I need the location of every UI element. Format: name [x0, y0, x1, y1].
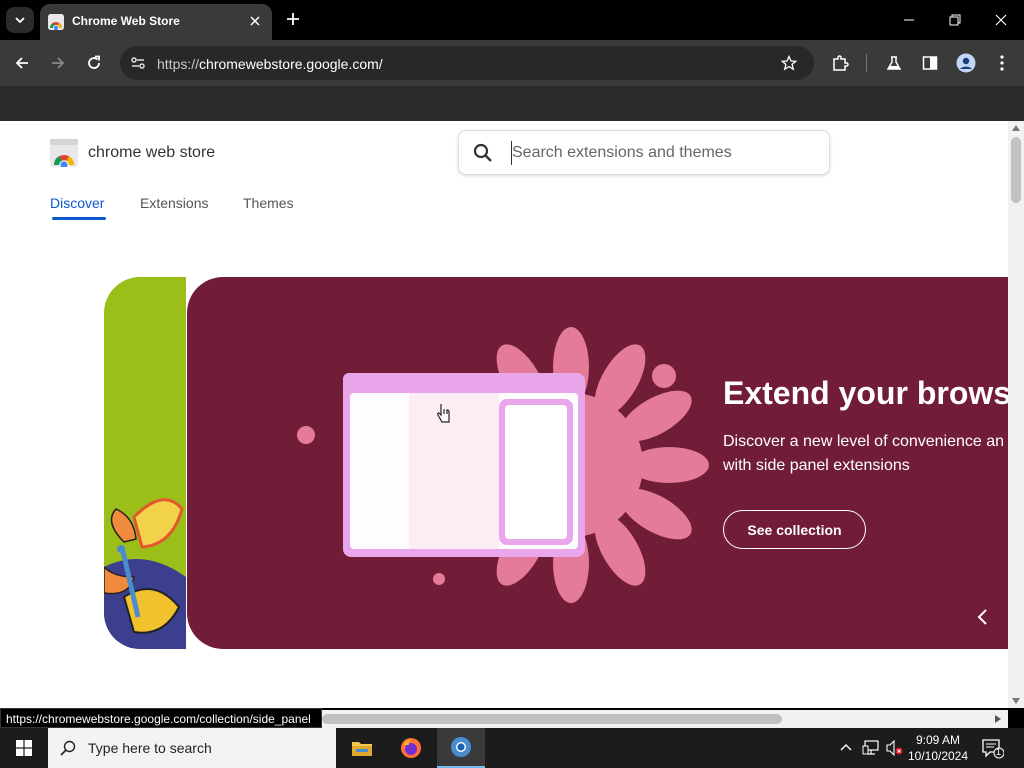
scroll-right-icon[interactable] [995, 715, 1001, 723]
address-bar[interactable]: https://chromewebstore.google.com/ [120, 46, 814, 80]
url-path: / [378, 56, 383, 72]
clock-time: 9:09 AM [915, 733, 961, 747]
tab-strip: Chrome Web Store [0, 0, 1024, 40]
tab-close-button[interactable] [246, 12, 264, 30]
notifications-button[interactable]: 1 [980, 736, 1005, 760]
kebab-menu-icon [1000, 55, 1004, 71]
taskbar-firefox[interactable] [387, 728, 435, 768]
carousel-previous-slide[interactable] [104, 277, 186, 649]
hero-subtitle: Discover a new level of convenience an w… [723, 430, 1008, 478]
arrow-left-icon [15, 57, 28, 69]
active-tab-indicator [52, 217, 106, 220]
folder-icon [352, 742, 372, 756]
minimize-button[interactable] [897, 8, 921, 32]
chrome-web-store-favicon [48, 14, 64, 30]
toolbar-divider [866, 54, 867, 72]
restore-button[interactable] [943, 8, 967, 32]
vertical-scrollbar[interactable] [1008, 121, 1024, 708]
vertical-scroll-thumb[interactable] [1011, 137, 1021, 203]
url-host: chromewebstore.google.com [199, 56, 379, 72]
forward-button[interactable] [46, 51, 70, 75]
menu-button[interactable] [990, 51, 1014, 75]
system-clock[interactable]: 9:09 AM 10/10/2024 [904, 732, 972, 764]
site-settings-icon[interactable] [130, 55, 146, 71]
bookmark-star-icon[interactable] [781, 55, 797, 71]
restore-icon [949, 14, 961, 26]
side-panel-button[interactable] [918, 51, 942, 75]
reload-icon [88, 55, 100, 69]
close-icon [995, 14, 1007, 26]
profile-button[interactable] [954, 51, 978, 75]
chevron-down-icon [15, 17, 25, 24]
network-icon[interactable] [862, 740, 880, 756]
windows-taskbar: Type here to search 9:09 AM 10/10/2024 1 [0, 728, 1024, 768]
hero-banner[interactable]: Extend your brows Discover a new level o… [187, 277, 1008, 649]
hero-subtitle-line-1: Discover a new level of convenience an [723, 433, 1005, 450]
link-status-bubble: https://chromewebstore.google.com/collec… [0, 708, 322, 728]
dragonfly-illustration [104, 498, 186, 649]
taskbar-file-explorer[interactable] [338, 728, 386, 768]
arrow-right-icon [52, 57, 65, 69]
url-scheme: https:// [157, 56, 200, 72]
hero-title: Extend your brows [723, 375, 1008, 411]
back-button[interactable] [10, 51, 34, 75]
search-input[interactable] [511, 141, 811, 165]
tab-discover[interactable]: Discover [50, 195, 104, 211]
scroll-up-icon[interactable] [1012, 125, 1020, 131]
taskbar-search-box[interactable]: Type here to search [48, 728, 336, 768]
clock-date: 10/10/2024 [907, 749, 969, 763]
hero-subtitle-line-2: with side panel extensions [723, 457, 910, 474]
close-icon [250, 16, 260, 26]
puzzle-icon [833, 55, 849, 71]
taskbar-chrome[interactable] [437, 728, 485, 768]
search-icon [473, 143, 492, 162]
tab-chrome-web-store[interactable]: Chrome Web Store [40, 4, 272, 40]
close-window-button[interactable] [989, 8, 1013, 32]
store-search-box[interactable] [458, 130, 830, 175]
carousel-prev-arrow-icon[interactable] [973, 607, 993, 627]
volume-muted-icon[interactable] [886, 740, 904, 756]
extensions-button[interactable] [828, 51, 852, 75]
tab-extensions[interactable]: Extensions [140, 195, 208, 211]
new-tab-button[interactable] [282, 8, 304, 30]
scroll-down-icon[interactable] [1012, 698, 1020, 704]
windows-logo-icon [16, 740, 32, 756]
start-button[interactable] [0, 728, 48, 768]
web-page: chrome web store Discover Extensions The… [0, 121, 1008, 708]
side-panel-illustration [297, 327, 709, 603]
url-text[interactable]: https://chromewebstore.google.com/ [157, 56, 383, 72]
browser-toolbar: https://chromewebstore.google.com/ [0, 40, 1024, 86]
plus-icon [287, 13, 299, 25]
avatar-icon [956, 53, 976, 73]
tab-themes[interactable]: Themes [243, 195, 294, 211]
tab-title: Chrome Web Store [72, 14, 180, 28]
side-panel-icon [922, 56, 938, 70]
bookmarks-bar [0, 86, 1024, 121]
firefox-icon [401, 738, 421, 758]
reload-button[interactable] [82, 51, 106, 75]
tab-search-button[interactable] [6, 7, 34, 33]
chrome-web-store-logo[interactable] [50, 139, 78, 167]
minimize-icon [904, 19, 914, 21]
flask-icon [886, 56, 902, 70]
labs-button[interactable] [882, 51, 906, 75]
horizontal-scroll-thumb[interactable] [322, 714, 782, 724]
notification-count: 1 [996, 747, 1002, 757]
see-collection-button[interactable]: See collection [723, 510, 866, 549]
search-icon [60, 740, 76, 756]
chrome-icon [451, 737, 471, 757]
store-brand-name[interactable]: chrome web store [88, 144, 215, 162]
show-hidden-icons-icon[interactable] [840, 742, 852, 752]
hand-cursor-icon [437, 404, 450, 423]
taskbar-search-placeholder: Type here to search [88, 740, 212, 756]
